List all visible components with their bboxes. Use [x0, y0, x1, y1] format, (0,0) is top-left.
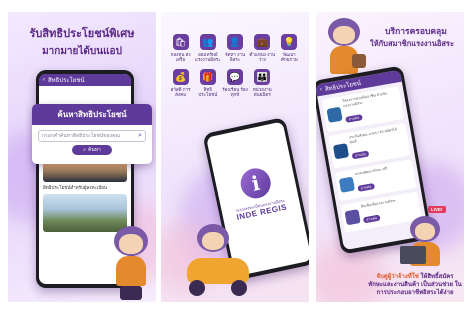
benefit-badge-icon: [344, 209, 361, 226]
menu-item-complaints[interactable]: 💬 ร้องเรียน ร้องทุกข์: [221, 69, 248, 98]
panel-title: รับสิทธิประโยชน์พิเศษ: [29, 28, 135, 40]
menu-item-positions[interactable]: 💼 ตำแหน่ง งานว่าง: [249, 34, 276, 63]
group-icon: 👪: [254, 69, 271, 85]
back-arrow-icon[interactable]: ‹: [43, 77, 45, 83]
service-menu-grid: 🛍 กองทุน ส่งเสริม 👥 ออมทรัพย์ แรงงานอิสระ …: [167, 34, 303, 98]
panel-subtitle: ให้กับสมาชิกแรงงานอิสระ: [370, 39, 454, 48]
lightbulb-icon: 💡: [281, 34, 298, 50]
app-logo-icon: i: [237, 165, 274, 202]
panel-footer-text: จับคู่ผู้ว่าจ้างที่ใช่ ให้สิทธิ์สมัคร ทั…: [368, 274, 462, 297]
search-card-header: ค้นหาสิทธิประโยชน์: [32, 104, 152, 125]
news-caption[interactable]: สิทธิประโยชน์สำหรับผู้ลงทะเบียน: [43, 184, 127, 191]
mascot-face: [415, 223, 435, 240]
search-button[interactable]: ⌕ ค้นหา: [72, 145, 112, 155]
search-button-label: ค้นหา: [87, 147, 101, 153]
read-more-button[interactable]: อ่านต่อ: [345, 114, 363, 124]
menu-item-label: หน่วยงาน พันธมิตร: [252, 87, 272, 98]
mascot-body: [116, 256, 146, 286]
search-icon: ⌕: [83, 147, 86, 153]
footer-text: ให้สิทธิ์สมัคร: [420, 274, 454, 280]
screenshot-panel-benefits: รับสิทธิประโยชน์พิเศษ มากมายได้บนแอป ‹ ส…: [8, 12, 156, 302]
menu-item-label: สิทธิ ประโยชน์: [198, 87, 218, 98]
menu-item-label: สวัสดิ การสังคม: [170, 87, 191, 98]
briefcase-icon: 💼: [254, 34, 271, 50]
read-more-button[interactable]: อ่านต่อ: [351, 150, 370, 160]
benefit-text: สินเชื่อเพื่อแรงงานอิสระ: [360, 198, 397, 209]
menu-item-label: ตำแหน่ง งานว่าง: [249, 52, 276, 63]
mascot-legs: [120, 286, 142, 300]
menu-item-partners[interactable]: 👪 หน่วยงาน พันธมิตร: [249, 69, 276, 98]
person-icon: 👤: [226, 34, 243, 50]
menu-item-benefits[interactable]: 🎁 สิทธิ ประโยชน์: [194, 69, 221, 98]
menu-item-label: ร้องเรียน ร้องทุกข์: [222, 87, 248, 98]
menu-item-savings[interactable]: 👥 ออมทรัพย์ แรงงานอิสระ: [194, 34, 221, 63]
chat-icon: 💬: [226, 69, 243, 85]
search-input[interactable]: กรอกคำค้นหาสิทธิประโยชน์ของคุณ ⌕: [38, 130, 146, 142]
footer-highlight: จับคู่ผู้ว่าจ้างที่ใช่: [376, 274, 419, 280]
app-bar-title: สิทธิประโยชน์: [324, 80, 362, 94]
gift-icon: 🎁: [199, 69, 216, 85]
search-placeholder: กรอกคำค้นหาสิทธิประโยชน์ของคุณ: [42, 133, 120, 139]
menu-item-label: กองทุน ส่งเสริม: [170, 52, 191, 63]
benefit-badge-icon: [332, 142, 350, 160]
menu-item-label: จัดหา งานอิสระ: [224, 52, 246, 63]
benefit-text: ประกันสังคม มาตรา 40 สมัครได้ทันที: [348, 127, 398, 145]
read-more-button[interactable]: อ่านต่อ: [357, 182, 375, 192]
menu-item-skills[interactable]: 💡 พัฒนา ศักยภาพ: [276, 34, 303, 63]
mascot-face: [202, 232, 224, 250]
mascot-character: [108, 226, 154, 302]
laptop-icon: [400, 246, 426, 264]
benefit-text: โครงการส่งเสริมอาชีพ สำหรับแรงงานอิสระ: [342, 91, 388, 108]
benefit-text: อบรมพัฒนาทักษะ ฟรี: [354, 166, 388, 177]
people-icon: 👥: [199, 34, 216, 50]
screenshot-panel-services: บริการครอบคลุม ให้กับสมาชิกแรงงานอิสระ ‹…: [316, 12, 464, 302]
search-card: ค้นหาสิทธิประโยชน์ กรอกคำค้นหาสิทธิประโย…: [32, 104, 152, 164]
scooter-wheel: [231, 280, 247, 296]
app-bar-title: สิทธิประโยชน์: [48, 78, 85, 84]
panel-title: บริการครอบคลุม: [385, 26, 447, 36]
wallet-icon: 💰: [172, 69, 189, 85]
scooter-wheel: [189, 280, 205, 296]
panel-subtitle: มากมายได้บนแอป: [42, 46, 122, 57]
menu-item-label: พัฒนา ศักยภาพ: [281, 52, 298, 63]
live-badge: LIVE!: [428, 206, 446, 213]
mascot-face: [333, 26, 355, 44]
benefit-badge-icon: [338, 177, 356, 194]
read-more-button[interactable]: อ่านต่อ: [362, 214, 381, 224]
menu-item-label: ออมทรัพย์ แรงงานอิสระ: [194, 52, 221, 63]
bag-icon: 🛍: [172, 34, 189, 50]
menu-item-fund[interactable]: 🛍 กองทุน ส่งเสริม: [167, 34, 194, 63]
search-icon: ⌕: [138, 132, 142, 139]
menu-item-welfare[interactable]: 💰 สวัสดิ การสังคม: [167, 69, 194, 98]
screenshot-panel-menu: 🛍 กองทุน ส่งเสริม 👥 ออมทรัพย์ แรงงานอิสระ …: [161, 12, 309, 302]
mascot-with-laptop: [400, 216, 458, 272]
back-arrow-icon[interactable]: ‹: [320, 87, 323, 93]
benefit-badge-icon: [326, 106, 343, 123]
footer-text: ทักษะและงานสินค้า เป็นส่วนช่วย ในการประก…: [368, 281, 462, 296]
mascot-face: [119, 234, 143, 254]
menu-item-jobs[interactable]: 👤 จัดหา งานอิสระ: [221, 34, 248, 63]
mascot-on-scooter: [183, 224, 253, 300]
app-bar: ‹ สิทธิประโยชน์: [39, 74, 131, 86]
bag-icon: [352, 54, 366, 68]
